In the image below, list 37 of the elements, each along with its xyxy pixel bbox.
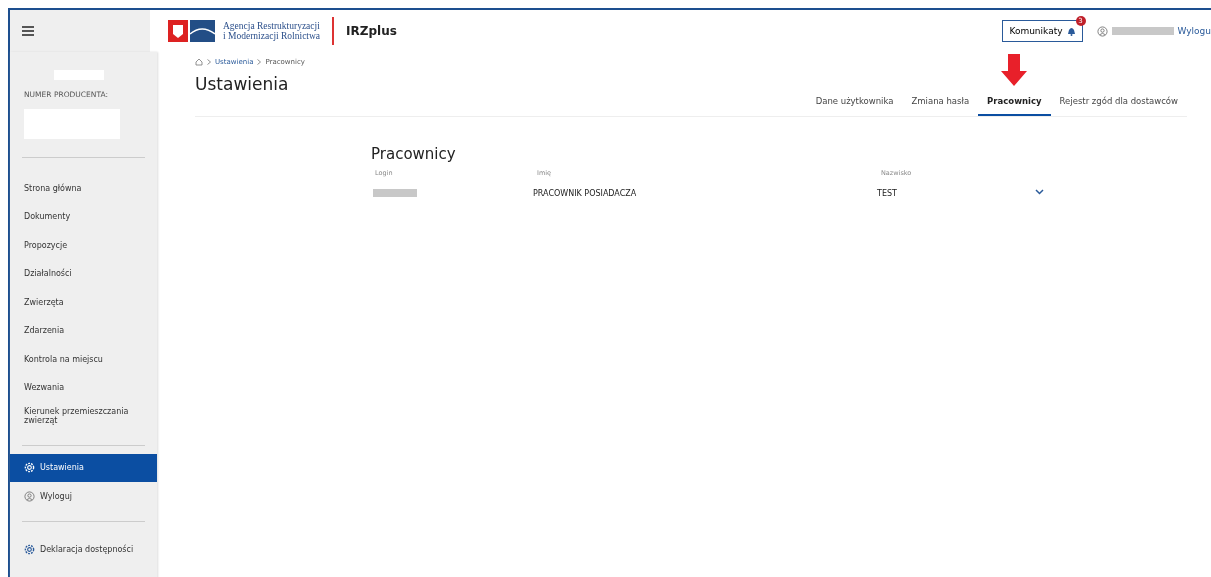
menu-icon[interactable] [22, 26, 34, 36]
table-cell-text: PRACOWNIK POSIADACZA [533, 189, 638, 198]
tab[interactable]: Dane użytkownika [806, 90, 903, 116]
user-icon [1096, 25, 1108, 37]
bell-icon [1066, 26, 1076, 36]
sidebar-item[interactable]: Dokumenty [10, 202, 157, 231]
chevron-right-icon [207, 59, 211, 65]
home-icon[interactable] [195, 58, 203, 66]
sidebar-item[interactable]: Wyloguj [10, 482, 157, 511]
chevron-down-icon[interactable] [1035, 189, 1044, 195]
sidebar-item[interactable]: Propozycje [10, 231, 157, 260]
tab[interactable]: Pracownicy [978, 90, 1051, 116]
sidebar-item[interactable]: Ustawienia [10, 453, 157, 482]
sidebar-item[interactable]: Wezwania [10, 373, 157, 402]
arrow-icon [1001, 54, 1028, 86]
sidebar-item[interactable]: Kontrola na miejscu [10, 345, 157, 374]
sidebar-item[interactable]: Deklaracja dostępności [10, 535, 157, 564]
logo-drawing [168, 20, 215, 42]
tab[interactable]: Rejestr zgód dla dostawców [1050, 90, 1187, 116]
sidebar-item[interactable]: Działalności [10, 259, 157, 288]
page-title: Ustawienia [195, 74, 290, 94]
agency-name: Agencja Restrukturyzacji i Modernizacji Rolnictwa [223, 20, 321, 42]
gear-icon [24, 544, 35, 556]
section-title: Pracownicy [371, 145, 457, 163]
user-icon [24, 490, 35, 502]
tab[interactable]: Zmiana hasła [902, 90, 979, 116]
sidebar-item[interactable]: Zdarzenia [10, 316, 157, 345]
gear-icon [24, 462, 35, 474]
sidebar-item[interactable]: Strona główna [10, 174, 157, 203]
chevron-right-icon [257, 59, 262, 65]
app-name: IRZplus [346, 24, 397, 38]
redacted-block [373, 189, 417, 197]
sidebar-item[interactable]: Kierunek przemieszczania zwierząt [10, 402, 157, 431]
table-cell-text: TEST [877, 189, 898, 198]
sidebar-item[interactable]: Zwierzęta [10, 288, 157, 317]
logout-link[interactable]: Wylogu [1177, 26, 1211, 36]
redacted-block [1111, 27, 1174, 35]
